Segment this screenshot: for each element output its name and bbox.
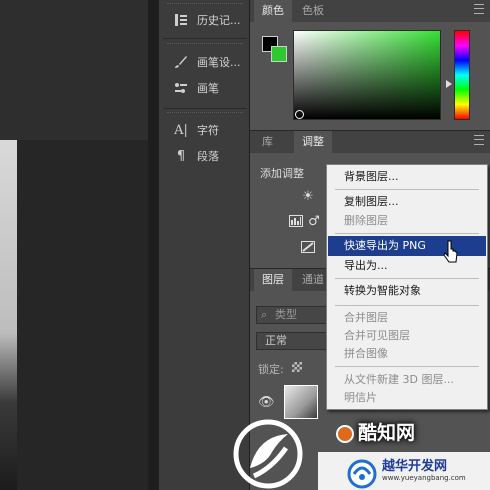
brushes-icon [171,81,191,95]
collapsed-panel-dock: 历史记... 画笔设... 画笔 A| 字符 ¶ 段落 [158,0,250,490]
layer-kind-filter-label: 类型 [275,308,297,321]
dock-grip[interactable] [167,112,243,116]
layer-thumbnail[interactable] [284,385,318,419]
watermark-site-title: 越华开发网 [382,459,448,474]
menu-item-delete-layer: 删除图层 [344,214,388,227]
dock-item-brushes[interactable]: 画笔 [159,78,251,98]
history-icon [171,13,191,27]
canvas-pasteboard [0,0,158,140]
dock-label-history: 历史记... [197,14,241,27]
color-picker-cursor[interactable] [295,110,304,119]
document-image[interactable] [0,140,17,490]
menu-item-export-as[interactable]: 导出为... [328,256,486,276]
dock-label-paragraph: 段落 [197,150,219,163]
mouse-pointer-icon [444,240,458,263]
watermark-site-url: www.yueyangbang.com [382,474,466,482]
canvas-edge [148,0,158,490]
menu-item-postcard: 明信片 [344,391,377,404]
menu-separator [335,305,479,306]
hue-slider-handle[interactable] [446,80,452,88]
dock-grip[interactable] [167,3,243,7]
menu-separator [335,233,479,234]
watermark-logo-leaf [233,419,303,489]
color-field[interactable] [293,30,441,120]
search-icon: ⌕ [261,308,268,321]
brightness-icon[interactable]: ☀ [300,188,316,204]
dock-item-brush-settings[interactable]: 画笔设... [159,52,251,72]
dock-item-paragraph[interactable]: ¶ 段落 [159,146,251,166]
character-icon: A| [174,122,188,138]
eye-icon[interactable]: 👁 [258,395,275,410]
paragraph-icon: ¶ [176,148,186,164]
panel-menu-icon[interactable] [474,135,484,145]
tab-color[interactable]: 颜色 [254,0,292,22]
adjustments-tabbar: 库 调整 [250,131,490,153]
menu-item-merge-visible: 合并可见图层 [344,329,410,342]
tab-swatches[interactable]: 色板 [294,0,332,22]
lock-transparent-pixels-icon[interactable] [292,362,302,372]
menu-item-new-3d-layer-from-file: 从文件新建 3D 图层... [344,373,454,386]
menu-item-quick-export-png[interactable]: 快速导出为 PNG [328,236,486,256]
dock-label-brush-settings: 画笔设... [197,56,241,69]
watermark-kuzhi-text: 酷知网 [358,422,416,444]
vibrance-icon[interactable] [300,239,316,255]
menu-separator [335,189,479,190]
dock-item-history[interactable]: 历史记... [159,10,251,30]
brush-settings-icon [171,55,191,69]
color-panel: 颜色 色板 [250,0,490,130]
dock-label-character: 字符 [197,124,219,137]
menu-item-merge-layers: 合并图层 [344,311,388,324]
curves-icon[interactable]: ♂ [306,213,322,229]
levels-icon[interactable] [288,213,304,229]
dock-item-character[interactable]: A| 字符 [159,120,251,140]
tab-layers[interactable]: 图层 [254,269,292,291]
dock-divider [163,108,247,109]
menu-item-background-layer[interactable]: 背景图层... [328,167,486,187]
menu-item-convert-smart-object[interactable]: 转换为智能对象 [328,281,486,301]
panel-menu-icon[interactable] [474,4,484,14]
tab-adjustments[interactable]: 调整 [294,131,332,153]
menu-separator [335,366,479,367]
menu-item-duplicate-layer[interactable]: 复制图层... [328,192,486,212]
dock-grip[interactable] [167,43,243,47]
menu-separator [335,278,479,279]
dock-label-brushes: 画笔 [197,82,219,95]
add-adjustment-label: 添加调整 [260,167,304,180]
layer-context-menu: 背景图层... 复制图层... 删除图层 快速导出为 PNG 导出为... 转换… [326,164,488,410]
menu-item-flatten-image: 拼合图像 [344,347,388,360]
dock-divider [163,38,247,39]
tab-libraries[interactable]: 库 [254,131,281,153]
lock-label: 锁定: [258,363,284,376]
color-panel-tabbar: 颜色 色板 [250,0,490,22]
hue-slider[interactable] [454,30,470,120]
background-color-swatch[interactable] [271,46,287,62]
